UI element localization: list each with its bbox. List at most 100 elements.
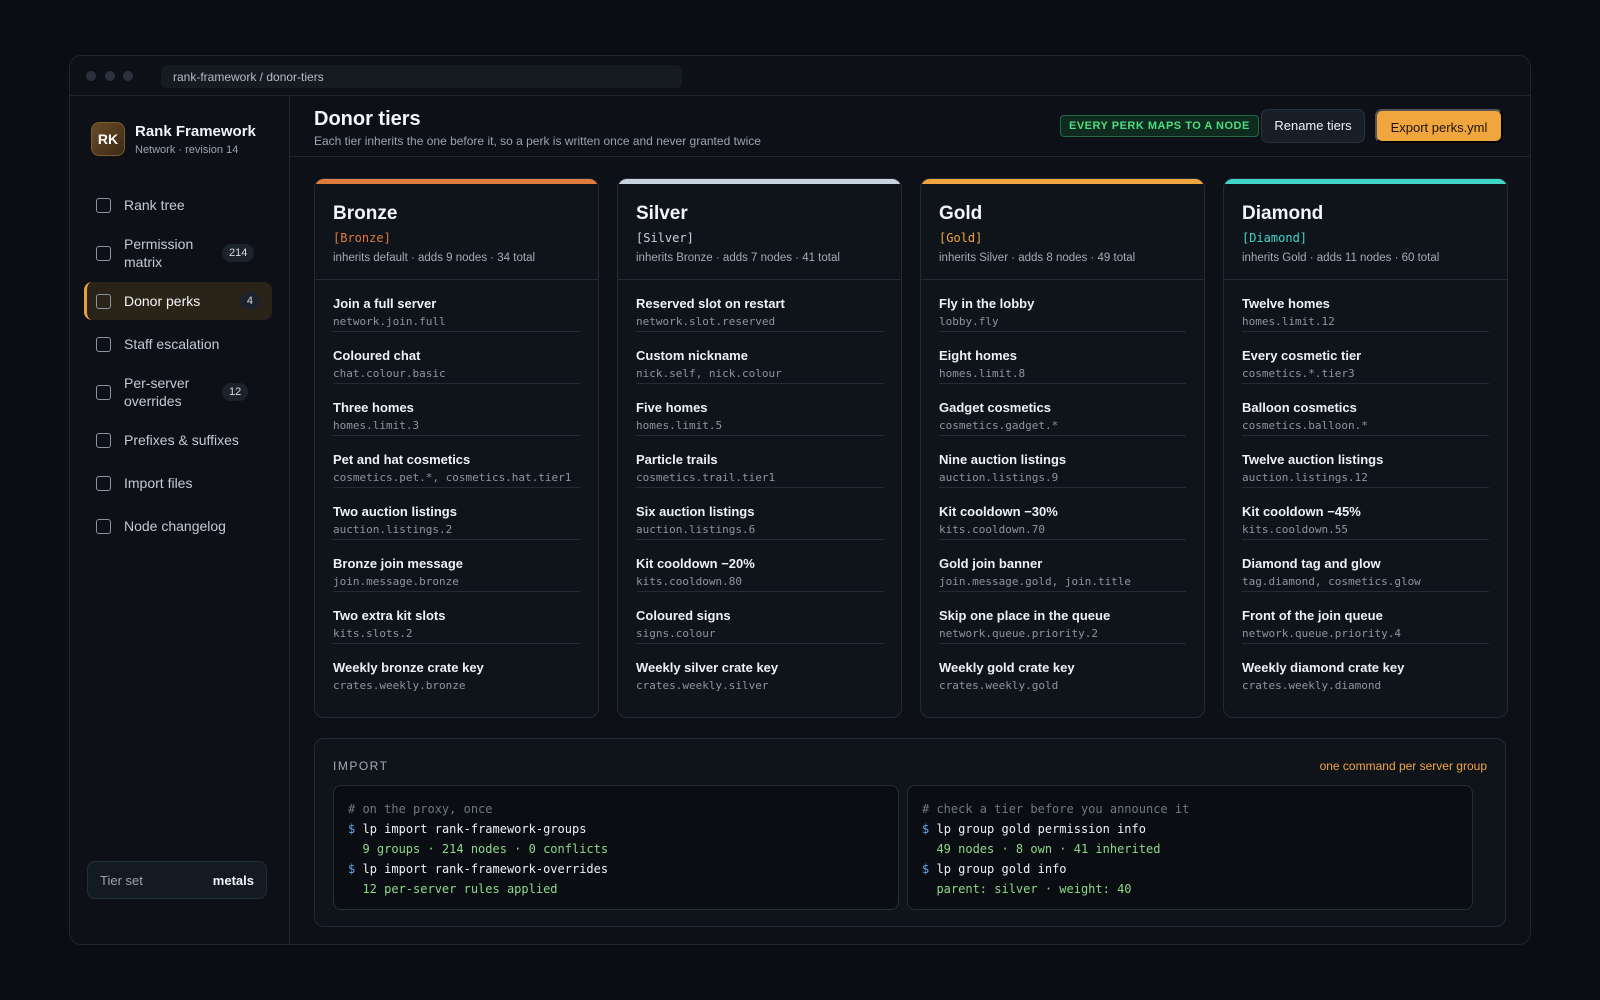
perk-title: Weekly diamond crate key [1242, 660, 1405, 675]
perk-item[interactable]: Six auction listings auction.listings.6 [636, 488, 883, 540]
perk-item[interactable]: Particle trails cosmetics.trail.tier1 [636, 436, 883, 488]
perk-node: join.message.bronze [333, 575, 459, 588]
perk-title: Coloured chat [333, 348, 421, 363]
tier-inheritance-info: inherits Bronze · adds 7 nodes · 41 tota… [636, 252, 840, 264]
sidebar-item-staff-escalation[interactable]: Staff escalation [84, 325, 272, 363]
perk-item[interactable]: Join a full server network.join.full [333, 280, 580, 332]
sidebar-item-label: Prefixes & suffixes [124, 432, 239, 448]
checkbox-icon [96, 197, 111, 213]
tier-name: Silver [636, 203, 688, 224]
perk-item[interactable]: Coloured signs signs.colour [636, 592, 883, 644]
window-maximize-dot[interactable] [123, 71, 133, 81]
sidebar-item-donor-perks[interactable]: Donor perks 4 [84, 282, 272, 320]
perk-node: network.queue.priority.2 [939, 627, 1098, 640]
perk-item[interactable]: Two extra kit slots kits.slots.2 [333, 592, 580, 644]
checkbox-icon [96, 245, 111, 261]
brand-subtitle: Network · revision 14 [135, 143, 239, 156]
perk-node: homes.limit.8 [939, 367, 1026, 380]
perk-item[interactable]: Front of the join queue network.queue.pri… [1242, 592, 1489, 644]
perk-item[interactable]: Kit cooldown −20% kits.cooldown.80 [636, 540, 883, 592]
perk-item[interactable]: Gold join banner join.message.gold, join.… [939, 540, 1186, 592]
sidebar: RK Rank Framework Network · revision 14 … [70, 96, 290, 944]
tier-name: Diamond [1242, 203, 1324, 224]
perk-item[interactable]: Custom nickname nick.self, nick.colour [636, 332, 883, 384]
perk-item[interactable]: Balloon cosmetics cosmetics.balloon.* [1242, 384, 1489, 436]
perk-item[interactable]: Diamond tag and glow tag.diamond, cosmeti… [1242, 540, 1489, 592]
perk-item[interactable]: Two auction listings auction.listings.2 [333, 488, 580, 540]
perk-title: Five homes [636, 400, 708, 415]
checkbox-icon [96, 518, 111, 534]
perk-title: Balloon cosmetics [1242, 400, 1357, 415]
sidebar-item-per-server-overrides[interactable]: Per-server overrides 12 [84, 368, 272, 416]
perk-node: auction.listings.2 [333, 523, 453, 536]
perk-item[interactable]: Bronze join message join.message.bronze [333, 540, 580, 592]
checkbox-icon [96, 432, 111, 448]
address-bar[interactable]: rank-framework / donor-tiers [161, 65, 682, 88]
perk-item[interactable]: Fly in the lobby lobby.fly [939, 280, 1186, 332]
perk-node: network.join.full [333, 315, 446, 328]
perk-node: cosmetics.trail.tier1 [636, 471, 776, 484]
perk-item[interactable]: Twelve homes homes.limit.12 [1242, 280, 1489, 332]
sidebar-item-prefixes-suffixes[interactable]: Prefixes & suffixes [84, 421, 272, 459]
tier-header: Diamond [Diamond] inherits Gold · adds 11 … [1224, 184, 1507, 280]
perk-item[interactable]: Pet and hat cosmetics cosmetics.pet.*, co… [333, 436, 580, 488]
page-title: Donor tiers [314, 108, 421, 130]
terminal-line: # check a tier before you announce it [922, 802, 1190, 816]
perk-title: Two auction listings [333, 504, 457, 519]
sidebar-item-label: Rank tree [124, 197, 185, 213]
sidebar-item-permission-matrix[interactable]: Permission matrix 214 [84, 229, 272, 277]
perk-item[interactable]: Every cosmetic tier cosmetics.*.tier3 [1242, 332, 1489, 384]
tier-inheritance-info: inherits default · adds 9 nodes · 34 tot… [333, 252, 536, 264]
perk-item[interactable]: Weekly bronze crate key crates.weekly.bro… [333, 644, 580, 696]
perk-item[interactable]: Weekly silver crate key crates.weekly.sil… [636, 644, 883, 696]
perk-node: network.slot.reserved [636, 315, 776, 328]
perk-item[interactable]: Coloured chat chat.colour.basic [333, 332, 580, 384]
tier-prefix-tag: [Gold] [939, 231, 983, 245]
status-badge: EVERY PERK MAPS TO A NODE [1060, 115, 1259, 137]
perk-item[interactable]: Three homes homes.limit.3 [333, 384, 580, 436]
window-close-dot[interactable] [86, 71, 96, 81]
perk-node: kits.slots.2 [333, 627, 413, 640]
perk-item[interactable]: Five homes homes.limit.5 [636, 384, 883, 436]
perk-node: tag.diamond, cosmetics.glow [1242, 575, 1421, 588]
terminal-line: $ lp group gold info [922, 859, 1458, 879]
perk-node: cosmetics.gadget.* [939, 419, 1059, 432]
perk-title: Gold join banner [939, 556, 1043, 571]
terminal-block: # check a tier before you announce it $ l… [907, 785, 1473, 910]
perk-item[interactable]: Nine auction listings auction.listings.9 [939, 436, 1186, 488]
perk-title: Skip one place in the queue [939, 608, 1111, 623]
perk-title: Two extra kit slots [333, 608, 446, 623]
terminal-command: lp import rank-framework-overrides [362, 862, 609, 876]
perk-item[interactable]: Weekly diamond crate key crates.weekly.di… [1242, 644, 1489, 696]
perk-title: Join a full server [333, 296, 437, 311]
perk-item[interactable]: Weekly gold crate key crates.weekly.gold [939, 644, 1186, 696]
perk-item[interactable]: Gadget cosmetics cosmetics.gadget.* [939, 384, 1186, 436]
window-minimize-dot[interactable] [105, 71, 115, 81]
brand-logo: RK [91, 122, 125, 156]
perk-node: lobby.fly [939, 315, 999, 328]
export-perks-button[interactable]: Export perks.yml [1375, 109, 1503, 143]
rename-tiers-button[interactable]: Rename tiers [1261, 109, 1365, 143]
terminal-block: # on the proxy, once $ lp import rank-fra… [333, 785, 899, 910]
tier-inheritance-info: inherits Silver · adds 8 nodes · 49 tota… [939, 252, 1136, 264]
perk-node: kits.cooldown.55 [1242, 523, 1348, 536]
perk-item[interactable]: Skip one place in the queue network.queue… [939, 592, 1186, 644]
sidebar-item-node-changelog[interactable]: Node changelog [84, 507, 272, 545]
perk-title: Nine auction listings [939, 452, 1067, 467]
sidebar-item-label: Donor perks [124, 293, 201, 309]
perk-item[interactable]: Reserved slot on restart network.slot.res… [636, 280, 883, 332]
perk-item[interactable]: Twelve auction listings auction.listings.… [1242, 436, 1489, 488]
sidebar-item-rank-tree[interactable]: Rank tree [84, 186, 272, 224]
perk-node: cosmetics.balloon.* [1242, 419, 1368, 432]
perk-title: Twelve homes [1242, 296, 1330, 311]
sidebar-item-import-files[interactable]: Import files [84, 464, 272, 502]
checkbox-icon [96, 293, 111, 309]
perk-item[interactable]: Kit cooldown −45% kits.cooldown.55 [1242, 488, 1489, 540]
perk-title: Pet and hat cosmetics [333, 452, 471, 467]
perk-item[interactable]: Eight homes homes.limit.8 [939, 332, 1186, 384]
brand-title: Rank Framework [135, 122, 256, 140]
tier-set-selector[interactable]: Tier set metals [87, 861, 267, 899]
perk-title: Three homes [333, 400, 414, 415]
perk-item[interactable]: Kit cooldown −30% kits.cooldown.70 [939, 488, 1186, 540]
perk-node: cosmetics.pet.*, cosmetics.hat.tier1 [333, 471, 572, 484]
